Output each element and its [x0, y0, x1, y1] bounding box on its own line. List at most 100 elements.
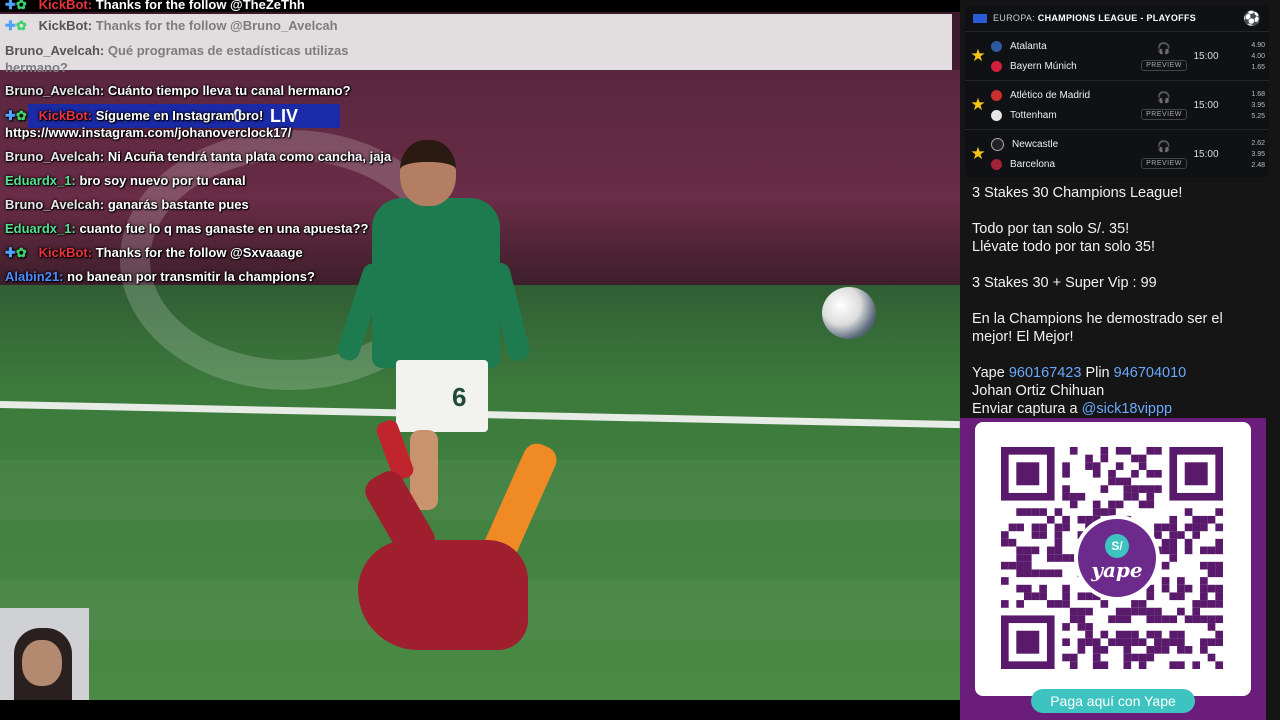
match-time: 15:00	[1193, 50, 1219, 62]
qr-module	[1054, 569, 1063, 578]
chat-username[interactable]: Bruno_Avelcah:	[5, 83, 104, 98]
chat-username[interactable]: Eduardx_1:	[5, 221, 76, 236]
chat-text: cuanto fue lo q mas ganaste en una apues…	[79, 221, 369, 236]
crest-icon	[991, 89, 1002, 101]
chat-message: ✚✿ KickBot: Sígueme en Instagram bro!	[5, 107, 263, 125]
promo-line: Todo por tan solo S/. 35!	[972, 221, 1130, 237]
qr-module	[1207, 623, 1216, 631]
odd-home[interactable]: 2.62	[1225, 138, 1265, 149]
pay-with-yape-button[interactable]: Paga aquí con Yape	[1031, 689, 1195, 713]
headphones-icon[interactable]: 🎧	[1157, 140, 1171, 153]
odd-away[interactable]: 5.25	[1225, 111, 1265, 122]
match-row[interactable]: ★ Atalanta Bayern Múnich 🎧 PREVIEW 15:00…	[965, 31, 1269, 80]
qr-module	[1123, 447, 1132, 455]
plin-label: Plin	[1085, 365, 1110, 381]
qr-module	[1146, 500, 1155, 509]
preview-button[interactable]: PREVIEW	[1141, 157, 1187, 169]
chat-username[interactable]: KickBot:	[39, 18, 92, 33]
chat-username[interactable]: Bruno_Avelcah:	[5, 197, 104, 212]
qr-module	[1207, 515, 1216, 524]
qr-module	[1031, 508, 1040, 516]
stream-video[interactable]: 6 0 LIV	[0, 0, 960, 700]
yape-currency-symbol: S/	[1105, 534, 1129, 558]
preview-button[interactable]: PREVIEW	[1141, 59, 1187, 71]
chat-username[interactable]: KickBot:	[39, 245, 92, 260]
qr-module	[1054, 531, 1063, 539]
chat-username[interactable]: KickBot:	[39, 108, 92, 123]
star-icon[interactable]: ★	[965, 46, 991, 66]
odd-draw[interactable]: 3.95	[1225, 100, 1265, 111]
match-media: 🎧 PREVIEW	[1141, 42, 1187, 71]
badge-icons: ✚✿	[5, 18, 27, 33]
promo-line: En la Champions he demostrado ser el mej…	[972, 311, 1223, 345]
qr-module	[1207, 600, 1216, 608]
chat-username[interactable]: Bruno_Avelcah:	[5, 149, 104, 164]
odd-draw[interactable]: 3.95	[1225, 149, 1265, 160]
qr-module	[1069, 447, 1078, 455]
qr-module	[1161, 646, 1170, 654]
headphones-icon[interactable]: 🎧	[1157, 91, 1171, 104]
qr-module	[1069, 661, 1078, 669]
chat-text: hermano?	[5, 60, 68, 75]
qr-module	[1108, 500, 1116, 509]
qr-module	[1215, 538, 1223, 547]
promo-line: 3 Stakes 30 Champions League!	[972, 185, 1183, 201]
odd-away[interactable]: 2.48	[1225, 160, 1265, 171]
qr-module	[1169, 615, 1178, 624]
chat-username[interactable]: Bruno_Avelcah:	[5, 43, 104, 58]
qr-module	[1123, 485, 1132, 493]
chat-link[interactable]: https://www.instagram.com/johanoverclock…	[5, 125, 291, 140]
odd-home[interactable]: 1.68	[1225, 89, 1265, 100]
odds-header: EUROPA: CHAMPIONS LEAGUE - PLAYOFFS ⚽	[965, 5, 1269, 31]
qr-module	[1115, 607, 1124, 616]
qr-module	[1138, 500, 1147, 509]
chat-username[interactable]: KickBot:	[39, 0, 92, 12]
qr-module	[1039, 531, 1047, 539]
qr-module	[1215, 600, 1223, 608]
headphones-icon[interactable]: 🎧	[1157, 42, 1171, 55]
qr-module	[1031, 523, 1040, 532]
qr-module	[1077, 592, 1086, 601]
qr-module	[1207, 638, 1216, 647]
capture-label: Enviar captura a	[972, 401, 1078, 417]
qr-module	[1192, 531, 1201, 539]
qr-module	[1023, 584, 1032, 593]
qr-module	[1008, 523, 1017, 532]
qr-module	[1046, 515, 1055, 524]
qr-module	[1108, 469, 1116, 478]
chat-message: hermano?	[5, 59, 68, 77]
match-row[interactable]: ★ Newcastle Barcelona 🎧 PREVIEW 15:00 2.…	[965, 129, 1269, 178]
chat-username[interactable]: Alabin21:	[5, 269, 64, 284]
qr-module	[1146, 492, 1155, 501]
qr-module	[1092, 508, 1101, 516]
home-team: Atalanta	[1010, 40, 1047, 52]
crest-icon	[991, 60, 1002, 72]
chat-message: Eduardx_1: cuanto fue lo q mas ganaste e…	[5, 220, 368, 238]
odd-away[interactable]: 1.65	[1225, 62, 1265, 73]
away-team: Barcelona	[1010, 158, 1056, 170]
capture-handle[interactable]: @sick18vippp	[1082, 401, 1172, 417]
qr-module	[1085, 462, 1093, 470]
match-row[interactable]: ★ Atlético de Madrid Tottenham 🎧 PREVIEW…	[965, 80, 1269, 129]
qr-module	[1207, 546, 1216, 555]
yape-number[interactable]: 960167423	[1009, 365, 1082, 381]
bottom-strip	[0, 700, 960, 720]
qr-module	[1146, 469, 1155, 478]
qr-module	[1215, 569, 1223, 578]
qr-module	[1077, 615, 1086, 624]
chat-username[interactable]: Eduardx_1:	[5, 173, 76, 188]
qr-module	[1062, 515, 1070, 524]
star-icon[interactable]: ★	[965, 144, 991, 164]
odd-draw[interactable]: 4.00	[1225, 51, 1265, 62]
qr-module	[1146, 653, 1155, 662]
qr-module	[1108, 615, 1116, 624]
qr-module	[1123, 630, 1132, 639]
soccer-ball-icon: ⚽	[1243, 9, 1261, 26]
qr-module	[1161, 546, 1170, 555]
plin-number[interactable]: 946704010	[1114, 365, 1187, 381]
star-icon[interactable]: ★	[965, 95, 991, 115]
preview-button[interactable]: PREVIEW	[1141, 108, 1187, 120]
payee-name: Johan Ortiz Chihuan	[972, 383, 1105, 399]
odd-home[interactable]: 4.90	[1225, 40, 1265, 51]
qr-module	[1169, 515, 1178, 524]
